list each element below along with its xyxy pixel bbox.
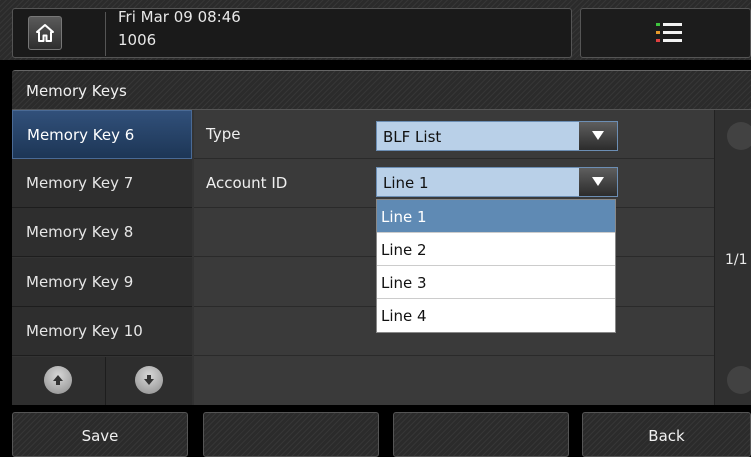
option-label: Line 2 <box>381 241 427 259</box>
account-value: Line 1 <box>383 174 429 192</box>
memory-key-label: Memory Key 9 <box>26 273 134 291</box>
scroll-down-button[interactable] <box>135 366 163 394</box>
title-bar: Memory Keys <box>12 70 751 110</box>
memory-key-item[interactable]: Memory Key 6 <box>12 110 192 159</box>
memory-key-item[interactable]: Memory Key 8 <box>12 208 192 257</box>
option-label: Line 1 <box>381 208 427 226</box>
caret-down-icon <box>592 177 604 186</box>
back-button[interactable]: Back <box>582 412 751 457</box>
memory-key-list: Memory Key 6 Memory Key 7 Memory Key 8 M… <box>12 110 194 405</box>
home-button[interactable] <box>28 16 62 50</box>
memory-key-label: Memory Key 6 <box>27 126 135 144</box>
softkey-2[interactable] <box>203 412 379 457</box>
memory-key-item[interactable]: Memory Key 7 <box>12 159 192 208</box>
arrow-up-icon <box>53 375 63 385</box>
page-scroll-column: 1/1 <box>714 110 751 405</box>
option-label: Line 4 <box>381 307 427 325</box>
dropdown-option[interactable]: Line 1 <box>377 200 615 233</box>
status-panel <box>12 8 572 58</box>
arrow-down-icon <box>144 375 154 385</box>
type-label: Type <box>206 125 241 143</box>
memory-key-label: Memory Key 10 <box>26 322 143 340</box>
divider <box>105 12 106 56</box>
page-indicator: 1/1 <box>725 252 748 268</box>
type-row: Type BLF List <box>194 110 714 159</box>
option-label: Line 3 <box>381 274 427 292</box>
list-nav <box>12 357 192 405</box>
account-dropdown-list: Line 1 Line 2 Line 3 Line 4 <box>376 199 616 333</box>
memory-key-label: Memory Key 8 <box>26 223 134 241</box>
scroll-up-button[interactable] <box>44 366 72 394</box>
account-label: Account ID <box>206 174 288 192</box>
memory-key-item[interactable]: Memory Key 10 <box>12 307 192 356</box>
save-label: Save <box>81 427 119 445</box>
menu-list-icon <box>656 23 682 42</box>
type-select[interactable]: BLF List <box>376 121 618 151</box>
type-value: BLF List <box>383 128 442 146</box>
account-dropdown-button[interactable] <box>579 168 617 196</box>
extension-text: 1006 <box>118 31 157 49</box>
memory-key-label: Memory Key 7 <box>26 174 134 192</box>
memory-key-item[interactable]: Memory Key 9 <box>12 258 192 307</box>
type-dropdown-button[interactable] <box>579 122 617 150</box>
dropdown-option[interactable]: Line 3 <box>377 266 615 299</box>
home-icon <box>36 24 54 42</box>
dropdown-option[interactable]: Line 4 <box>377 299 615 332</box>
page-up-button[interactable] <box>727 122 751 150</box>
caret-down-icon <box>592 131 604 140</box>
clock-text: Fri Mar 09 08:46 <box>118 8 241 26</box>
page-title: Memory Keys <box>26 82 127 100</box>
account-select[interactable]: Line 1 <box>376 167 618 197</box>
status-bar: Fri Mar 09 08:46 1006 <box>0 0 751 60</box>
softkey-bar: Save Back <box>0 405 751 457</box>
dropdown-option[interactable]: Line 2 <box>377 233 615 266</box>
softkey-3[interactable] <box>393 412 569 457</box>
page-down-button[interactable] <box>727 366 751 394</box>
save-button[interactable]: Save <box>12 412 188 457</box>
back-label: Back <box>648 427 685 445</box>
divider <box>105 357 106 405</box>
